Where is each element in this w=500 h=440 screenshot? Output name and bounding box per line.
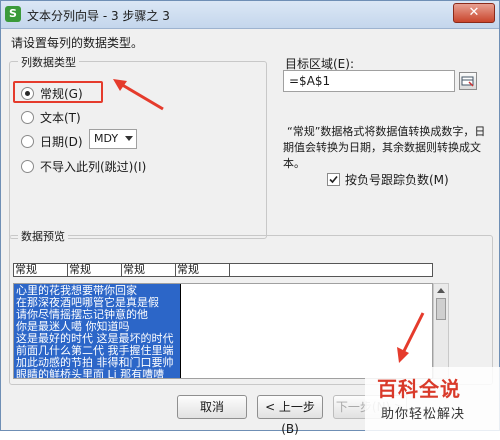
scroll-thumb[interactable] xyxy=(436,298,446,320)
description-line-1: “常规”数据格式将数据值转换成数字，日 xyxy=(287,125,486,138)
date-format-select[interactable]: MDY xyxy=(89,129,137,149)
negative-checkbox[interactable] xyxy=(327,173,340,186)
radio-text-label: 文本(T) xyxy=(40,111,81,125)
radio-date[interactable]: 日期(D) xyxy=(21,133,83,150)
range-picker-button[interactable] xyxy=(459,72,477,90)
description-line-2: 期值会转换为日期，其余数据则转换成文 xyxy=(283,141,481,154)
date-format-value: MDY xyxy=(94,132,119,145)
cancel-button[interactable]: 取消 xyxy=(177,395,247,419)
app-icon: S xyxy=(5,6,21,22)
preview-area[interactable]: 心里的花我想要带你回家 在那深夜酒吧哪管它是真是假 请你尽情摇摆忘记钟意的他 你… xyxy=(13,283,433,379)
preview-column-header[interactable]: 常规 xyxy=(176,264,230,276)
highlight-box xyxy=(13,81,103,103)
back-button[interactable]: < 上一步(B) xyxy=(257,395,323,436)
preview-column-header[interactable]: 常规 xyxy=(68,264,122,276)
preview-scrollbar[interactable] xyxy=(433,283,449,379)
column-type-group-title: 列数据类型 xyxy=(18,54,79,70)
range-picker-icon xyxy=(461,76,474,87)
preview-column-header[interactable]: 常规 xyxy=(14,264,68,276)
text-import-wizard-window: S 文本分列向导 - 3 步骤之 3 ✕ 请设置每列的数据类型。 列数据类型 常… xyxy=(0,0,500,436)
radio-skip[interactable]: 不导入此列(跳过)(I) xyxy=(21,158,146,175)
preview-group-title: 数据预览 xyxy=(18,228,68,244)
preview-header: 常规 常规 常规 常规 xyxy=(13,263,433,277)
column-divider[interactable] xyxy=(180,284,181,378)
description-line-3: 本。 xyxy=(283,157,305,170)
window-title: 文本分列向导 - 3 步骤之 3 xyxy=(27,9,170,23)
radio-skip-label: 不导入此列(跳过)(I) xyxy=(40,160,147,174)
radio-date-label: 日期(D) xyxy=(40,135,83,149)
check-icon xyxy=(329,175,338,184)
chevron-down-icon xyxy=(125,136,133,141)
preview-line: 眼睛的鲜桥头里面 Li 那有嘈嘈 xyxy=(16,368,165,379)
radio-skip-indicator[interactable] xyxy=(21,160,34,173)
scroll-up-icon[interactable] xyxy=(437,288,445,293)
radio-date-indicator[interactable] xyxy=(21,135,34,148)
watermark-slogan: 助你轻松解决 xyxy=(381,407,466,422)
close-button[interactable]: ✕ xyxy=(453,3,495,23)
instruction-text: 请设置每列的数据类型。 xyxy=(11,36,144,50)
radio-text-indicator[interactable] xyxy=(21,111,34,124)
radio-text[interactable]: 文本(T) xyxy=(21,109,81,126)
watermark: 百科全说 助你轻松解决 xyxy=(365,367,500,432)
title-bar: S 文本分列向导 - 3 步骤之 3 ✕ xyxy=(1,1,499,29)
watermark-brand: 百科全说 xyxy=(377,377,461,401)
target-area-input[interactable]: =$A$1 xyxy=(283,70,455,92)
preview-column-header[interactable]: 常规 xyxy=(122,264,176,276)
negative-checkbox-label: 按负号跟踪负数(M) xyxy=(345,173,449,187)
